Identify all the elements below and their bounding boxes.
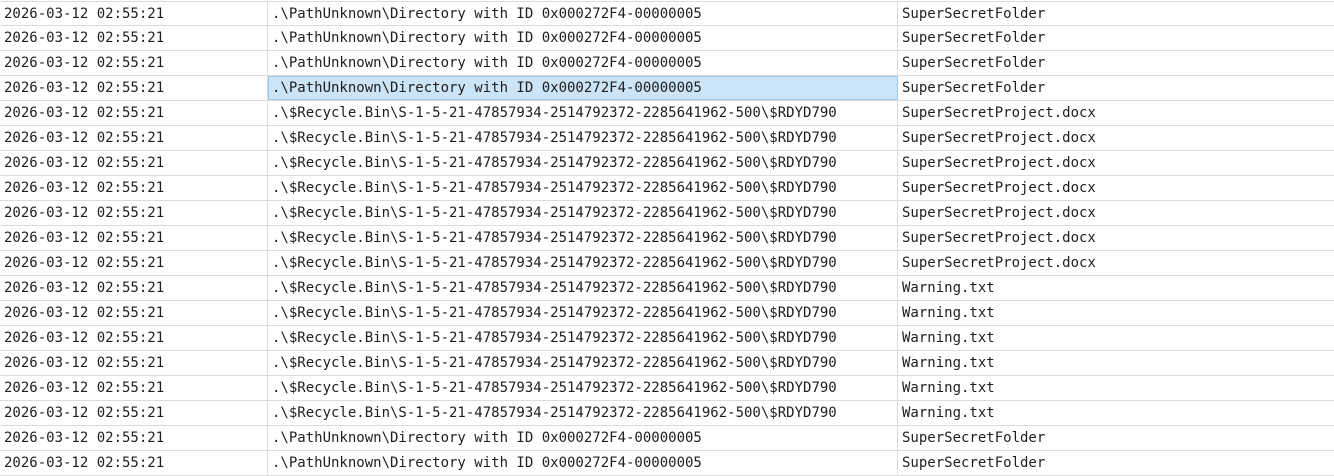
path-cell[interactable]: .\$Recycle.Bin\S-1-5-21-47857934-2514792… [268,376,898,400]
table-row[interactable]: 2026-03-12 02:55:21 .\$Recycle.Bin\S-1-5… [0,151,1334,176]
timestamp-cell[interactable]: 2026-03-12 02:55:21 [0,251,268,275]
timestamp-cell[interactable]: 2026-03-12 02:55:21 [0,101,268,125]
path-cell[interactable]: .\$Recycle.Bin\S-1-5-21-47857934-2514792… [268,151,898,175]
timestamp-cell[interactable]: 2026-03-12 02:55:21 [0,51,268,75]
path-cell[interactable]: .\PathUnknown\Directory with ID 0x000272… [268,51,898,75]
selected-path-cell[interactable]: .\PathUnknown\Directory with ID 0x000272… [268,76,898,100]
timestamp-cell[interactable]: 2026-03-12 02:55:21 [0,276,268,300]
timestamp-cell[interactable]: 2026-03-12 02:55:21 [0,176,268,200]
table-row[interactable]: 2026-03-12 02:55:21 .\PathUnknown\Direct… [0,426,1334,451]
name-cell[interactable]: SuperSecretProject.docx [898,201,1334,225]
table-row[interactable]: 2026-03-12 02:55:21 .\$Recycle.Bin\S-1-5… [0,301,1334,326]
path-cell[interactable]: .\$Recycle.Bin\S-1-5-21-47857934-2514792… [268,176,898,200]
name-cell[interactable]: SuperSecretFolder [898,76,1334,100]
timestamp-cell[interactable]: 2026-03-12 02:55:21 [0,201,268,225]
table-row[interactable]: 2026-03-12 02:55:21 .\$Recycle.Bin\S-1-5… [0,401,1334,426]
table-row[interactable]: 2026-03-12 02:55:21 .\PathUnknown\Direct… [0,1,1334,26]
name-cell[interactable]: SuperSecretFolder [898,451,1334,475]
path-cell[interactable]: .\$Recycle.Bin\S-1-5-21-47857934-2514792… [268,226,898,250]
table-row[interactable]: 2026-03-12 02:55:21 .\$Recycle.Bin\S-1-5… [0,101,1334,126]
name-cell[interactable]: SuperSecretFolder [898,26,1334,50]
timestamp-cell[interactable]: 2026-03-12 02:55:21 [0,126,268,150]
table-row[interactable]: 2026-03-12 02:55:21 .\$Recycle.Bin\S-1-5… [0,201,1334,226]
timestamp-cell[interactable]: 2026-03-12 02:55:21 [0,226,268,250]
timestamp-cell[interactable]: 2026-03-12 02:55:21 [0,426,268,450]
path-cell[interactable]: .\$Recycle.Bin\S-1-5-21-47857934-2514792… [268,301,898,325]
name-cell[interactable]: SuperSecretProject.docx [898,101,1334,125]
name-cell[interactable]: SuperSecretFolder [898,51,1334,75]
name-cell[interactable]: Warning.txt [898,376,1334,400]
name-cell[interactable]: SuperSecretProject.docx [898,151,1334,175]
table-row[interactable]: 2026-03-12 02:55:21 .\$Recycle.Bin\S-1-5… [0,226,1334,251]
path-cell[interactable]: .\$Recycle.Bin\S-1-5-21-47857934-2514792… [268,351,898,375]
name-cell[interactable]: SuperSecretProject.docx [898,176,1334,200]
timestamp-cell[interactable]: 2026-03-12 02:55:21 [0,1,268,26]
table-row[interactable]: 2026-03-12 02:55:21 .\$Recycle.Bin\S-1-5… [0,126,1334,151]
timestamp-cell[interactable]: 2026-03-12 02:55:21 [0,351,268,375]
path-cell[interactable]: .\$Recycle.Bin\S-1-5-21-47857934-2514792… [268,326,898,350]
table-row[interactable]: 2026-03-12 02:55:21 .\$Recycle.Bin\S-1-5… [0,251,1334,276]
name-cell[interactable]: Warning.txt [898,401,1334,425]
name-cell[interactable]: SuperSecretProject.docx [898,126,1334,150]
name-cell[interactable]: Warning.txt [898,301,1334,325]
path-cell[interactable]: .\PathUnknown\Directory with ID 0x000272… [268,26,898,50]
table-row[interactable]: 2026-03-12 02:55:21 .\PathUnknown\Direct… [0,451,1334,476]
name-cell[interactable]: Warning.txt [898,276,1334,300]
path-cell[interactable]: .\$Recycle.Bin\S-1-5-21-47857934-2514792… [268,126,898,150]
path-cell[interactable]: .\PathUnknown\Directory with ID 0x000272… [268,1,898,26]
table-row[interactable]: 2026-03-12 02:55:21 .\$Recycle.Bin\S-1-5… [0,326,1334,351]
timestamp-cell[interactable]: 2026-03-12 02:55:21 [0,451,268,475]
path-cell[interactable]: .\$Recycle.Bin\S-1-5-21-47857934-2514792… [268,201,898,225]
path-cell[interactable]: .\$Recycle.Bin\S-1-5-21-47857934-2514792… [268,101,898,125]
timestamp-cell[interactable]: 2026-03-12 02:55:21 [0,326,268,350]
name-cell[interactable]: Warning.txt [898,351,1334,375]
table-row[interactable]: 2026-03-12 02:55:21 .\$Recycle.Bin\S-1-5… [0,351,1334,376]
timestamp-cell[interactable]: 2026-03-12 02:55:21 [0,376,268,400]
name-cell[interactable]: SuperSecretFolder [898,2,1334,26]
timestamp-cell[interactable]: 2026-03-12 02:55:21 [0,301,268,325]
path-cell[interactable]: .\PathUnknown\Directory with ID 0x000272… [268,426,898,450]
name-cell[interactable]: SuperSecretFolder [898,426,1334,450]
path-cell[interactable]: .\PathUnknown\Directory with ID 0x000272… [268,451,898,475]
table-row[interactable]: 2026-03-12 02:55:21 .\$Recycle.Bin\S-1-5… [0,276,1334,301]
event-grid: 2026-03-12 02:55:21 .\PathUnknown\Direct… [0,1,1334,476]
name-cell[interactable]: Warning.txt [898,326,1334,350]
table-row[interactable]: 2026-03-12 02:55:21 .\$Recycle.Bin\S-1-5… [0,176,1334,201]
timestamp-cell[interactable]: 2026-03-12 02:55:21 [0,151,268,175]
timestamp-cell[interactable]: 2026-03-12 02:55:21 [0,401,268,425]
table-row[interactable]: 2026-03-12 02:55:21 .\PathUnknown\Direct… [0,26,1334,51]
timestamp-cell[interactable]: 2026-03-12 02:55:21 [0,26,268,50]
path-cell[interactable]: .\$Recycle.Bin\S-1-5-21-47857934-2514792… [268,276,898,300]
table-row[interactable]: 2026-03-12 02:55:21 .\$Recycle.Bin\S-1-5… [0,376,1334,401]
path-cell[interactable]: .\$Recycle.Bin\S-1-5-21-47857934-2514792… [268,401,898,425]
table-row[interactable]: 2026-03-12 02:55:21 .\PathUnknown\Direct… [0,76,1334,101]
timestamp-cell[interactable]: 2026-03-12 02:55:21 [0,76,268,100]
table-row[interactable]: 2026-03-12 02:55:21 .\PathUnknown\Direct… [0,51,1334,76]
name-cell[interactable]: SuperSecretProject.docx [898,251,1334,275]
path-cell[interactable]: .\$Recycle.Bin\S-1-5-21-47857934-2514792… [268,251,898,275]
name-cell[interactable]: SuperSecretProject.docx [898,226,1334,250]
